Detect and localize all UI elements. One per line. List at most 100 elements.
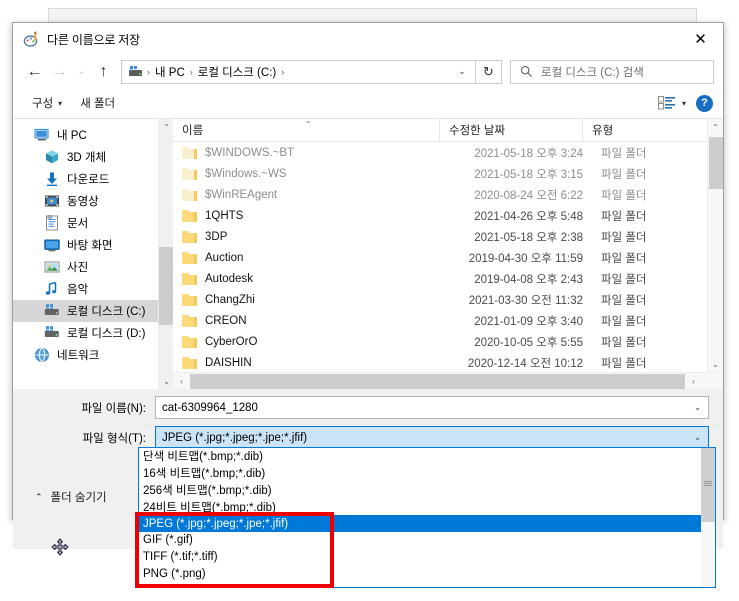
filetype-combobox[interactable]: JPEG (*.jpg;*.jpeg;*.jpe;*.jfif) ⌄ bbox=[155, 426, 709, 449]
folder-icon bbox=[182, 146, 197, 159]
table-row[interactable]: Autodesk 2019-04-08 오후 2:43 파일 폴더 bbox=[173, 268, 723, 289]
sidebar-item-label: 문서 bbox=[67, 218, 89, 230]
sidebar-scroll-thumb[interactable] bbox=[159, 247, 173, 325]
back-button[interactable]: ← bbox=[22, 59, 47, 84]
search-input[interactable]: 로컬 디스크 (C:) 검색 bbox=[510, 59, 714, 84]
folder-icon bbox=[182, 188, 197, 201]
chevron-down-icon[interactable]: ⌄ bbox=[687, 427, 708, 448]
sidebar-item-1[interactable]: 3D 개체 bbox=[13, 146, 173, 168]
forward-button[interactable]: → bbox=[47, 59, 72, 84]
column-header-type[interactable]: 유형 bbox=[582, 119, 702, 141]
file-date-cell: 2021-01-09 오후 3:40 bbox=[474, 315, 583, 328]
dropdown-option[interactable]: GIF (*.gif) bbox=[139, 532, 715, 549]
scroll-down-icon[interactable]: ⌄ bbox=[159, 373, 173, 389]
chevron-down-icon[interactable]: ⌄ bbox=[687, 397, 708, 418]
dropdown-option[interactable]: 24비트 비트맵(*.bmp;*.dib) bbox=[139, 498, 715, 515]
scroll-right-icon[interactable]: › bbox=[685, 373, 702, 390]
table-row[interactable]: CyberOrO 2020-10-05 오후 5:55 파일 폴더 bbox=[173, 331, 723, 352]
sidebar-item-list: 내 PC 3D 개체다운로드동영상문서바탕 화면 사진 음악 로컬 디스크 (C:) 로컬… bbox=[13, 124, 173, 366]
chevron-down-icon: ▾ bbox=[681, 98, 686, 108]
up-button[interactable]: ↑ bbox=[91, 59, 116, 84]
dropdown-option[interactable]: 16색 비트맵(*.bmp;*.dib) bbox=[139, 465, 715, 482]
table-row[interactable]: $Windows.~WS 2021-05-18 오후 3:15 파일 폴더 bbox=[173, 163, 723, 184]
sidebar-item-5[interactable]: 바탕 화면 bbox=[13, 234, 173, 256]
chevron-down-icon[interactable]: ⌄ bbox=[451, 61, 473, 83]
scroll-down-icon[interactable]: ⌄ bbox=[708, 356, 723, 372]
table-row[interactable]: 1QHTS 2021-04-26 오후 5:48 파일 폴더 bbox=[173, 205, 723, 226]
sidebar-item-2[interactable]: 다운로드 bbox=[13, 168, 173, 190]
dropdown-option[interactable]: HEIC (*.heic) bbox=[139, 582, 715, 587]
organize-button[interactable]: 구성 ▾ bbox=[23, 92, 71, 114]
folder-icon bbox=[182, 293, 197, 306]
sidebar-item-7[interactable]: 음악 bbox=[13, 278, 173, 300]
sidebar-item-6[interactable]: 사진 bbox=[13, 256, 173, 278]
breadcrumb-this-pc[interactable]: 내 PC bbox=[151, 64, 189, 80]
close-button[interactable]: ✕ bbox=[678, 23, 723, 55]
file-list-vertical-scrollbar[interactable]: ⌃ ⌄ bbox=[707, 119, 723, 372]
scroll-up-icon[interactable]: ⌃ bbox=[159, 119, 173, 135]
toolbar-right-group: ▾ ? bbox=[657, 94, 713, 112]
help-button[interactable]: ? bbox=[696, 94, 713, 112]
view-options-button[interactable]: ▾ bbox=[657, 96, 686, 110]
search-placeholder: 로컬 디스크 (C:) 검색 bbox=[541, 66, 644, 79]
table-row[interactable]: 3DP 2021-05-18 오후 2:38 파일 폴더 bbox=[173, 226, 723, 247]
filetype-dropdown-list[interactable]: 단색 비트맵(*.bmp;*.dib) 16색 비트맵(*.bmp;*.dib) 2… bbox=[138, 447, 716, 588]
sidebar-item-4[interactable]: 문서 bbox=[13, 212, 173, 234]
folder-icon bbox=[182, 314, 197, 327]
file-date-cell: 2020-10-05 오후 5:55 bbox=[474, 336, 583, 349]
new-folder-button[interactable]: 새 폴더 bbox=[71, 92, 124, 114]
table-row[interactable]: Auction 2019-04-30 오후 11:59 파일 폴더 bbox=[173, 247, 723, 268]
file-list-horizontal-scrollbar[interactable]: ‹ › bbox=[173, 372, 723, 389]
filename-input[interactable]: cat-6309964_1280 ⌄ bbox=[155, 396, 709, 419]
filename-value: cat-6309964_1280 bbox=[162, 401, 258, 414]
sidebar-item-3[interactable]: 동영상 bbox=[13, 190, 173, 212]
sidebar-item-8[interactable]: 로컬 디스크 (C:) bbox=[13, 300, 173, 322]
filetype-value: JPEG (*.jpg;*.jpeg;*.jpe;*.jfif) bbox=[162, 431, 308, 444]
vertical-scroll-thumb[interactable] bbox=[709, 137, 723, 189]
table-row[interactable]: CREON 2021-01-09 오후 3:40 파일 폴더 bbox=[173, 310, 723, 331]
navigation-bar: ← → ⌄ ↑ › 내 PC › 로컬 디스크 (C:) › ⌄ ↻ 로컬 디스… bbox=[13, 55, 723, 88]
file-type-cell: 파일 폴더 bbox=[601, 231, 647, 244]
refresh-button[interactable]: ↻ bbox=[476, 59, 502, 84]
dropdown-option[interactable]: PNG (*.png) bbox=[139, 566, 715, 583]
sidebar-item-10[interactable]: 네트워크 bbox=[13, 344, 173, 366]
column-header-type-label: 유형 bbox=[592, 125, 614, 137]
recent-locations-button[interactable]: ⌄ bbox=[72, 59, 91, 84]
dropdown-option[interactable]: TIFF (*.tif;*.tiff) bbox=[139, 549, 715, 566]
dropdown-option[interactable]: 256색 비트맵(*.bmp;*.dib) bbox=[139, 482, 715, 499]
address-bar[interactable]: › 내 PC › 로컬 디스크 (C:) › ⌄ bbox=[121, 59, 476, 84]
breadcrumb-local-disk-c[interactable]: 로컬 디스크 (C:) bbox=[194, 64, 280, 80]
file-name-cell: CREON bbox=[173, 314, 439, 327]
table-row[interactable]: DAISHIN 2020-12-14 오전 10:12 파일 폴더 bbox=[173, 352, 723, 373]
table-row[interactable]: ChangZhi 2021-03-30 오전 11:32 파일 폴더 bbox=[173, 289, 723, 310]
dropdown-option[interactable]: 단색 비트맵(*.bmp;*.dib) bbox=[139, 448, 715, 465]
sidebar-item-9[interactable]: 로컬 디스크 (D:) bbox=[13, 322, 173, 344]
hide-folders-button[interactable]: ⌃ 폴더 숨기기 bbox=[35, 489, 107, 505]
column-header-date[interactable]: 수정한 날짜 bbox=[439, 119, 582, 141]
local-disk-icon bbox=[128, 65, 144, 79]
breadcrumb-separator-3[interactable]: › bbox=[280, 67, 285, 77]
scroll-left-icon[interactable]: ‹ bbox=[173, 373, 190, 390]
column-header-name[interactable]: 이름 ⌃ bbox=[173, 119, 439, 141]
search-icon bbox=[520, 65, 533, 78]
dropdown-option[interactable]: JPEG (*.jpg;*.jpeg;*.jpe;*.jfif) bbox=[139, 515, 715, 532]
table-row[interactable]: $WINDOWS.~BT 2021-05-18 오후 3:24 파일 폴더 bbox=[173, 142, 723, 163]
table-row[interactable]: $WinREAgent 2020-08-24 오전 6:22 파일 폴더 bbox=[173, 184, 723, 205]
file-name-cell: DAISHIN bbox=[173, 356, 439, 369]
file-name-cell: ChangZhi bbox=[173, 293, 439, 306]
file-name-cell: 3DP bbox=[173, 230, 439, 243]
scroll-up-icon[interactable]: ⌃ bbox=[708, 119, 723, 135]
file-name-cell: Autodesk bbox=[173, 272, 439, 285]
dropdown-items: 단색 비트맵(*.bmp;*.dib) 16색 비트맵(*.bmp;*.dib) 2… bbox=[139, 448, 715, 587]
dropdown-scroll-thumb[interactable] bbox=[701, 448, 715, 522]
file-name-label: $WinREAgent bbox=[205, 188, 278, 201]
sidebar-item-label: 다운로드 bbox=[67, 174, 110, 186]
sidebar-scrollbar[interactable]: ⌃ ⌄ bbox=[158, 119, 173, 389]
folder-icon bbox=[182, 209, 197, 222]
horizontal-scroll-thumb[interactable] bbox=[190, 373, 685, 389]
folder-icon bbox=[182, 230, 197, 243]
dialog-title: 다른 이름으로 저장 bbox=[47, 32, 140, 47]
scroll-thumb-grip-icon bbox=[704, 481, 712, 486]
dropdown-scrollbar[interactable] bbox=[701, 448, 715, 587]
sidebar-item-0[interactable]: 내 PC bbox=[13, 124, 173, 146]
